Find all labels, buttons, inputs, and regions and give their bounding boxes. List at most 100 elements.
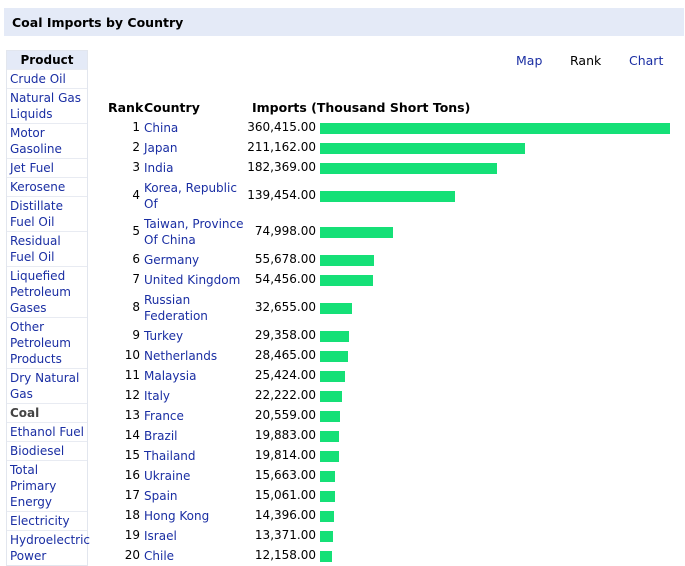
- imports-value: 360,415.00: [247, 120, 316, 134]
- imports-bar: [320, 227, 393, 238]
- imports-bar: [320, 511, 334, 522]
- sidebar-item-total-primary-energy[interactable]: Total Primary Energy: [7, 460, 87, 511]
- rank-cell: 16: [124, 468, 140, 482]
- country-link[interactable]: Russian Federation: [144, 292, 244, 324]
- imports-value: 12,158.00: [254, 548, 316, 562]
- header-imports: Imports (Thousand Short Tons): [252, 100, 471, 115]
- imports-bar: [320, 331, 349, 342]
- sidebar-item-kerosene[interactable]: Kerosene: [7, 177, 87, 196]
- table-row: 19 Israel 13,371.00: [100, 528, 680, 544]
- imports-bar: [320, 371, 345, 382]
- sidebar-item-natural-gas-liquids[interactable]: Natural Gas Liquids: [7, 88, 87, 123]
- sidebar-item-motor-gasoline[interactable]: Motor Gasoline: [7, 123, 87, 158]
- country-link[interactable]: China: [144, 120, 244, 136]
- table-row: 16 Ukraine 15,663.00: [100, 468, 680, 484]
- imports-value: 20,559.00: [254, 408, 316, 422]
- table-row: 10 Netherlands 28,465.00: [100, 348, 680, 364]
- rank-cell: 9: [132, 328, 140, 342]
- imports-bar: [320, 191, 455, 202]
- rank-cell: 2: [132, 140, 140, 154]
- table-row: 18 Hong Kong 14,396.00: [100, 508, 680, 524]
- imports-value: 22,222.00: [254, 388, 316, 402]
- country-link[interactable]: Brazil: [144, 428, 244, 444]
- product-sidebar: Product Crude Oil Natural Gas Liquids Moto…: [6, 50, 90, 566]
- sidebar-item-ethanol-fuel[interactable]: Ethanol Fuel: [7, 422, 87, 441]
- imports-value: 32,655.00: [254, 300, 316, 314]
- imports-bar: [320, 275, 373, 286]
- table-row: 15 Thailand 19,814.00: [100, 448, 680, 464]
- table-row: 3 India 182,369.00: [100, 160, 680, 176]
- sidebar-item-other-petroleum-products[interactable]: Other Petroleum Products: [7, 317, 87, 368]
- sidebar-item-coal: Coal: [7, 403, 87, 422]
- country-link[interactable]: Netherlands: [144, 348, 244, 364]
- table-row: 4 Korea, Republic Of 139,454.00: [100, 180, 680, 212]
- imports-bar: [320, 303, 352, 314]
- imports-value: 55,678.00: [254, 252, 316, 266]
- country-link[interactable]: Spain: [144, 488, 244, 504]
- country-link[interactable]: Malaysia: [144, 368, 244, 384]
- imports-value: 74,998.00: [254, 224, 316, 238]
- sidebar-item-liquefied-petroleum-gases[interactable]: Liquefied Petroleum Gases: [7, 266, 87, 317]
- sidebar-item-biodiesel[interactable]: Biodiesel: [7, 441, 87, 460]
- country-link[interactable]: Italy: [144, 388, 244, 404]
- country-link[interactable]: France: [144, 408, 244, 424]
- imports-value: 182,369.00: [247, 160, 316, 174]
- imports-bar: [320, 143, 525, 154]
- rank-cell: 11: [124, 368, 140, 382]
- page-title: Coal Imports by Country: [4, 8, 684, 36]
- imports-bar: [320, 471, 335, 482]
- country-link[interactable]: Israel: [144, 528, 244, 544]
- table-row: 14 Brazil 19,883.00: [100, 428, 680, 444]
- imports-value: 15,061.00: [254, 488, 316, 502]
- imports-bar: [320, 391, 342, 402]
- table-row: 17 Spain 15,061.00: [100, 488, 680, 504]
- map-view-link[interactable]: Map: [516, 53, 542, 68]
- country-link[interactable]: Germany: [144, 252, 244, 268]
- rank-cell: 1: [132, 120, 140, 134]
- sidebar-item-distillate-fuel-oil[interactable]: Distillate Fuel Oil: [7, 196, 87, 231]
- country-link[interactable]: Ukraine: [144, 468, 244, 484]
- rank-cell: 17: [124, 488, 140, 502]
- imports-bar: [320, 451, 339, 462]
- imports-bar: [320, 255, 374, 266]
- table-row: 8 Russian Federation 32,655.00: [100, 292, 680, 324]
- sidebar-item-jet-fuel[interactable]: Jet Fuel: [7, 158, 87, 177]
- country-link[interactable]: Taiwan, Province Of China: [144, 216, 244, 248]
- rank-cell: 7: [132, 272, 140, 286]
- view-nav: Map Rank Chart: [0, 53, 685, 69]
- country-link[interactable]: Hong Kong: [144, 508, 244, 524]
- country-link[interactable]: Turkey: [144, 328, 244, 344]
- rank-view-label: Rank: [570, 53, 602, 68]
- rank-cell: 8: [132, 300, 140, 314]
- country-link[interactable]: Thailand: [144, 448, 244, 464]
- imports-bar: [320, 491, 335, 502]
- imports-value: 19,814.00: [254, 448, 316, 462]
- rank-cell: 3: [132, 160, 140, 174]
- imports-value: 25,424.00: [254, 368, 316, 382]
- table-row: 12 Italy 22,222.00: [100, 388, 680, 404]
- imports-bar: [320, 411, 340, 422]
- country-link[interactable]: Korea, Republic Of: [144, 180, 244, 212]
- country-link[interactable]: United Kingdom: [144, 272, 244, 288]
- imports-value: 14,396.00: [254, 508, 316, 522]
- country-link[interactable]: India: [144, 160, 244, 176]
- table-row: 6 Germany 55,678.00: [100, 252, 680, 268]
- imports-value: 211,162.00: [247, 140, 316, 154]
- table-row: 1 China 360,415.00: [100, 120, 680, 136]
- rank-cell: 13: [124, 408, 140, 422]
- table-row: 5 Taiwan, Province Of China 74,998.00: [100, 216, 680, 248]
- imports-bar: [320, 531, 333, 542]
- rank-cell: 18: [124, 508, 140, 522]
- rank-cell: 5: [132, 224, 140, 238]
- sidebar-item-dry-natural-gas[interactable]: Dry Natural Gas: [7, 368, 87, 403]
- sidebar-item-electricity[interactable]: Electricity: [7, 511, 87, 530]
- imports-bar: [320, 123, 670, 134]
- country-link[interactable]: Chile: [144, 548, 244, 564]
- chart-view-link[interactable]: Chart: [629, 53, 663, 68]
- imports-bar: [320, 431, 339, 442]
- sidebar-item-crude-oil[interactable]: Crude Oil: [7, 69, 87, 88]
- sidebar-item-hydroelectric-power[interactable]: Hydroelectric Power: [7, 530, 90, 565]
- header-country: Country: [144, 100, 200, 115]
- country-link[interactable]: Japan: [144, 140, 244, 156]
- sidebar-item-residual-fuel-oil[interactable]: Residual Fuel Oil: [7, 231, 87, 266]
